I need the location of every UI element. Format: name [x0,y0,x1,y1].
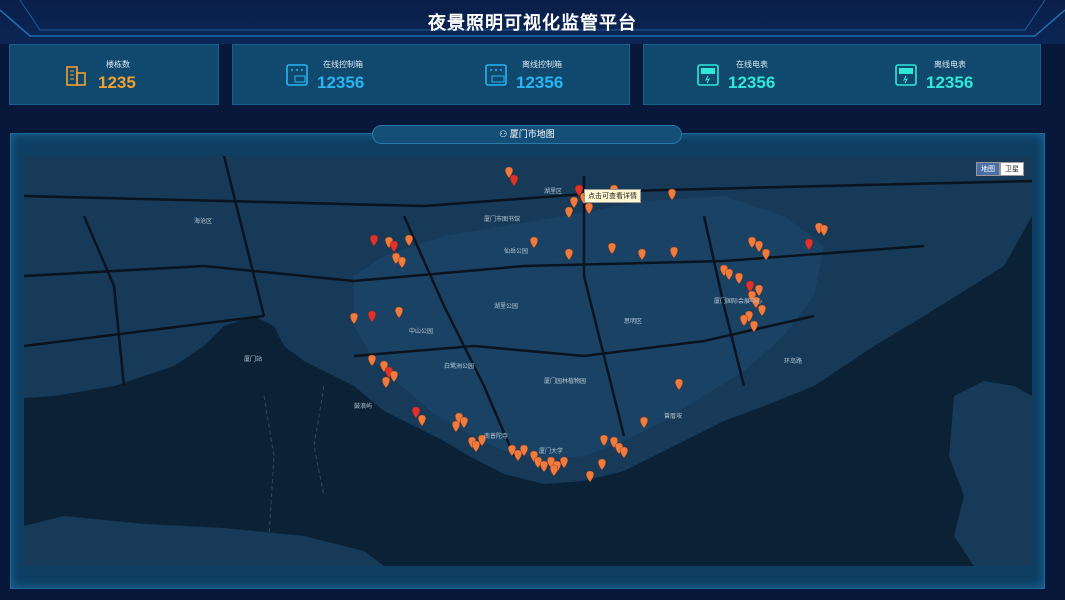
meter-off-icon [895,64,917,86]
lighting-marker[interactable] [586,470,594,483]
poi-label: 仙岳公园 [504,249,529,255]
stat-label: 楼栋数 [106,60,130,69]
page-title: 夜景照明可视化监管平台 [428,13,637,33]
stat-value: 12356 [926,73,974,92]
stat-online-control-box[interactable]: 在线控制箱 12356 [285,45,425,106]
poi-label: 南普陀寺 [484,434,509,440]
poi-label: 厦门站 [244,357,263,363]
land-south [24,516,384,566]
poi-label: 厦门国际会展中心 [714,299,763,305]
stat-online-meter[interactable]: 在线电表 12356 [696,45,836,106]
poi-label: 中山公园 [409,329,434,335]
control-box-off-icon [485,64,507,86]
stat-label: 在线控制箱 [323,60,363,69]
stat-buildings[interactable]: 楼栋数 1235 [64,45,184,106]
poi-label: 湖里区 [544,189,563,195]
stat-offline-control-box[interactable]: 离线控制箱 12356 [484,45,624,106]
stat-panel-buildings: 楼栋数 1235 [9,44,219,105]
stat-panel-control-boxes: 在线控制箱 12356 离线控制箱 12356 [232,44,630,105]
stat-panel-meters: 在线电表 12356 离线电表 12356 [643,44,1041,105]
control-box-on-icon [286,64,308,86]
map-tooltip: 点击可查看详情 [584,189,641,203]
header-bar: 夜景照明可视化监管平台 [0,0,1065,44]
poi-label: 环岛路 [784,359,803,365]
user-icon: ⚇ [499,129,510,139]
poi-label: 海沧区 [194,219,213,225]
poi-label: 思明区 [624,319,643,325]
poi-label: 湖里公园 [494,304,519,310]
ferry-lines [263,385,325,537]
city-map[interactable]: 地图 卫星 点击可查看详情 厦门站 厦门大学 中山公园 湖里公园 白鹭洲公园 厦… [24,156,1032,566]
map-title: 厦门市地图 [509,129,555,139]
map-title-tab: ⚇ 厦门市地图 [372,125,682,144]
map-type-map-button[interactable]: 地图 [976,162,1000,176]
map-canvas [24,156,1032,566]
building-icon [66,66,86,86]
map-type-satellite-button[interactable]: 卫星 [1000,162,1024,176]
meter-on-icon [697,64,719,86]
poi-label: 白鹭洲公园 [444,364,475,370]
stat-label: 离线电表 [934,60,966,69]
map-type-switch: 地图 卫星 [976,162,1024,176]
poi-label: 厦门园林植物园 [544,379,587,385]
stat-value: 12356 [317,73,365,92]
stat-label: 在线电表 [736,60,768,69]
poi-label: 厦门市图书馆 [484,217,521,223]
poi-label: 曾厝垵 [664,414,683,420]
stat-label: 离线控制箱 [522,60,562,69]
land-east [949,381,1032,566]
stat-offline-meter[interactable]: 离线电表 12356 [894,45,1034,106]
stat-value: 12356 [728,73,776,92]
poi-label: 鼓浪屿 [354,404,373,410]
stat-value: 12356 [516,73,564,92]
stat-value: 1235 [98,73,136,92]
poi-label: 厦门大学 [539,449,564,455]
